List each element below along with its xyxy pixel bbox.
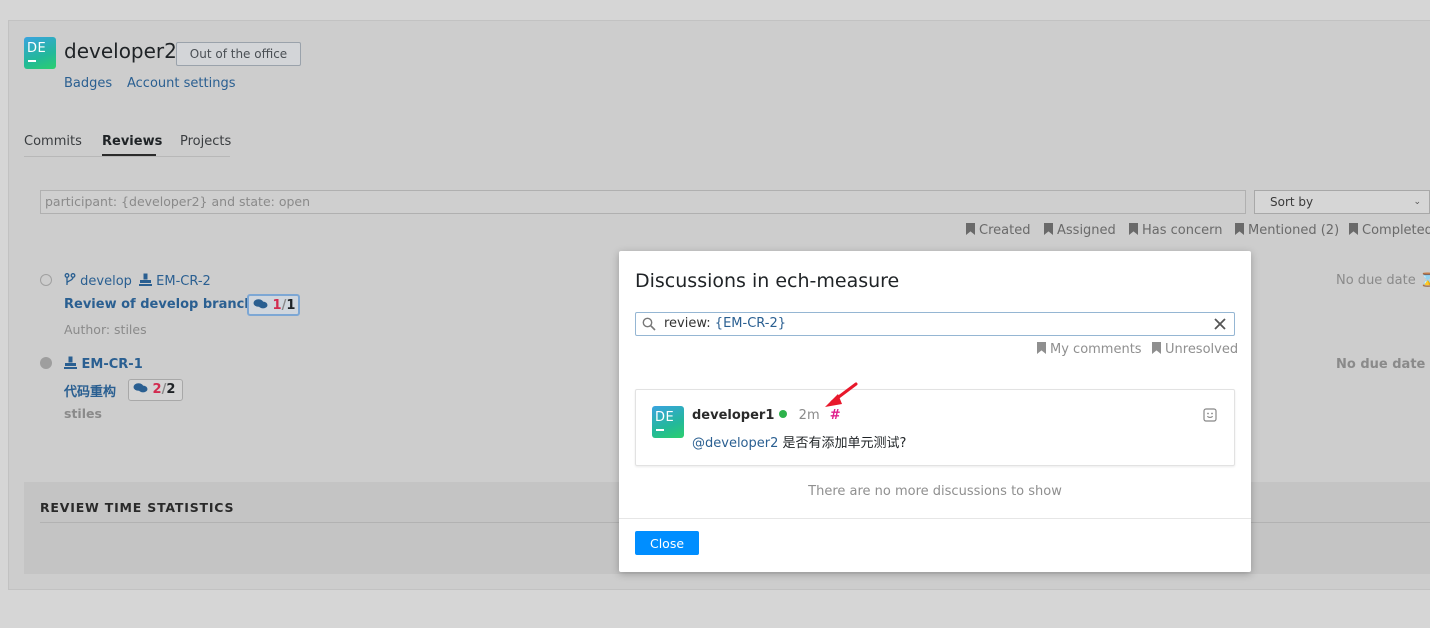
branch-icon	[64, 273, 76, 285]
filter-my-comments[interactable]: My comments	[1037, 342, 1142, 357]
review-id[interactable]: EM-CR-2	[139, 273, 211, 289]
comments-icon	[253, 299, 268, 309]
review-id[interactable]: EM-CR-1	[64, 356, 143, 372]
bookmark-icon	[1037, 342, 1046, 354]
filter-completed[interactable]: Completed	[1349, 223, 1430, 238]
tab-projects[interactable]: Projects	[180, 134, 231, 149]
comment-permalink[interactable]: #	[830, 408, 841, 423]
bookmark-icon	[1349, 223, 1358, 235]
review-stamp-icon	[64, 356, 77, 369]
annotation-arrow	[825, 382, 858, 407]
bookmark-icon	[1235, 223, 1244, 235]
user-mention[interactable]: @developer2	[692, 436, 778, 451]
add-reaction-icon[interactable]	[1203, 408, 1217, 422]
review-status-circle[interactable]	[40, 274, 52, 286]
discussions-modal: Discussions in ech-measure review: {EM-C…	[619, 251, 1251, 572]
comments-icon	[133, 383, 148, 393]
tab-commits[interactable]: Commits	[24, 134, 82, 149]
review-title[interactable]: 代码重构	[64, 381, 116, 400]
bookmark-icon	[1044, 223, 1053, 235]
comment-author[interactable]: developer1	[692, 408, 774, 423]
review-author: stiles	[64, 406, 102, 421]
hourglass-icon: ⌛	[1419, 273, 1430, 288]
badges-link[interactable]: Badges	[64, 76, 112, 91]
review-status-circle[interactable]	[40, 357, 52, 369]
bookmark-icon	[1129, 223, 1138, 235]
comments-badge[interactable]: 2/2	[128, 379, 183, 401]
filter-mentioned[interactable]: Mentioned (2)	[1235, 223, 1339, 238]
filter-assigned[interactable]: Assigned	[1044, 223, 1116, 238]
active-tab-indicator	[102, 154, 156, 156]
bookmark-icon	[1152, 342, 1161, 354]
chevron-down-icon: ⌄	[1413, 197, 1421, 207]
stats-title: REVIEW TIME STATISTICS	[40, 500, 235, 515]
sort-label: Sort by	[1270, 195, 1314, 209]
review-author: Author: stiles	[64, 322, 147, 337]
bookmark-icon	[966, 223, 975, 235]
username-heading: developer2	[64, 39, 177, 63]
modal-footer-divider	[619, 518, 1251, 519]
discussion-card[interactable]: DE developer1 2m # @developer2 是否有添加单元测试…	[635, 389, 1235, 466]
modal-title: Discussions in ech-measure	[635, 270, 900, 292]
user-avatar: DE	[24, 37, 56, 69]
filter-created[interactable]: Created	[966, 223, 1030, 238]
sort-dropdown[interactable]: Sort by ⌄	[1254, 190, 1430, 214]
comment-header: developer1 2m #	[692, 408, 841, 423]
review-branch[interactable]: develop	[64, 273, 132, 289]
commenter-avatar: DE	[652, 406, 684, 438]
review-due-date: No due date ⌛	[1336, 357, 1430, 372]
tabs-divider	[24, 156, 230, 157]
search-icon	[642, 317, 656, 331]
account-settings-link[interactable]: Account settings	[127, 76, 235, 91]
filter-has-concern[interactable]: Has concern	[1129, 223, 1223, 238]
review-title[interactable]: Review of develop branch	[64, 297, 254, 312]
close-button[interactable]: Close	[635, 531, 699, 555]
discussion-search-input[interactable]: review: {EM-CR-2}	[635, 312, 1235, 336]
out-of-office-button[interactable]: Out of the office	[176, 42, 301, 66]
review-search-input[interactable]: participant: {developer2} and state: ope…	[40, 190, 1246, 214]
no-more-discussions-text: There are no more discussions to show	[808, 484, 1062, 499]
review-due-date: No due date ⌛	[1336, 273, 1430, 288]
comment-text: @developer2 是否有添加单元测试?	[692, 436, 907, 451]
tab-reviews[interactable]: Reviews	[102, 134, 162, 149]
online-indicator	[778, 410, 787, 418]
clear-search-icon[interactable]	[1214, 318, 1226, 330]
comments-badge[interactable]: 1/1	[247, 294, 300, 316]
filter-unresolved[interactable]: Unresolved	[1152, 342, 1238, 357]
review-stamp-icon	[139, 273, 152, 286]
comment-time: 2m	[798, 408, 820, 423]
